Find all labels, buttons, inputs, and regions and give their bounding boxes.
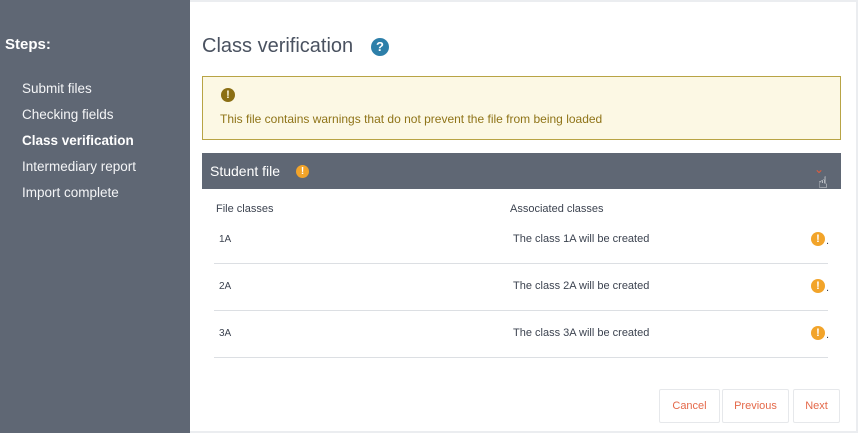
- row-dot: .: [826, 329, 830, 341]
- cancel-button[interactable]: Cancel: [659, 389, 720, 423]
- row-dot: .: [826, 282, 830, 294]
- app-root: Steps: Submit files Checking fields Clas…: [0, 0, 858, 433]
- step-submit-files[interactable]: Submit files: [22, 80, 136, 106]
- main-content: Class verification ? ! This file contain…: [190, 2, 856, 431]
- exclamation-circle-icon: !: [221, 88, 235, 102]
- step-import-complete[interactable]: Import complete: [22, 184, 136, 210]
- exclamation-circle-icon: !: [811, 326, 825, 340]
- next-button[interactable]: Next: [793, 389, 840, 423]
- column-header-file-classes: File classes: [216, 203, 274, 215]
- previous-button[interactable]: Previous: [722, 389, 789, 423]
- column-header-associated-classes: Associated classes: [510, 203, 604, 215]
- step-intermediary-report[interactable]: Intermediary report: [22, 158, 136, 184]
- hand-pointer-icon: ☝: [818, 175, 828, 192]
- associated-class-cell: The class 1A will be created: [513, 233, 650, 245]
- file-class-cell: 1A: [219, 234, 232, 245]
- panel-title: Student file: [210, 163, 281, 179]
- step-class-verification[interactable]: Class verification: [22, 132, 136, 158]
- file-class-cell: 2A: [219, 281, 232, 292]
- question-circle-icon[interactable]: ?: [371, 38, 389, 56]
- exclamation-circle-icon: !: [296, 165, 309, 178]
- associated-class-cell: The class 2A will be created: [513, 280, 650, 292]
- table-row: 1A The class 1A will be created ! .: [214, 217, 830, 264]
- steps-title: Steps:: [5, 36, 51, 53]
- steps-sidebar: Steps: Submit files Checking fields Clas…: [0, 0, 190, 433]
- row-dot: .: [826, 235, 830, 247]
- table-row: 3A The class 3A will be created ! .: [214, 311, 830, 358]
- steps-list: Submit files Checking fields Class verif…: [22, 80, 136, 210]
- page-title: Class verification: [202, 35, 354, 57]
- associated-class-cell: The class 3A will be created: [513, 327, 650, 339]
- exclamation-circle-icon: !: [811, 279, 825, 293]
- table-row: 2A The class 2A will be created ! .: [214, 264, 830, 311]
- warning-alert: ! This file contains warnings that do no…: [202, 76, 841, 140]
- step-checking-fields[interactable]: Checking fields: [22, 106, 136, 132]
- student-file-panel-header[interactable]: Student file ! ⌄ ☝: [202, 153, 841, 192]
- exclamation-circle-icon: !: [811, 232, 825, 246]
- classes-table: 1A The class 1A will be created ! . 2A T…: [214, 217, 830, 358]
- warning-text: This file contains warnings that do not …: [220, 112, 603, 126]
- file-class-cell: 3A: [219, 328, 232, 339]
